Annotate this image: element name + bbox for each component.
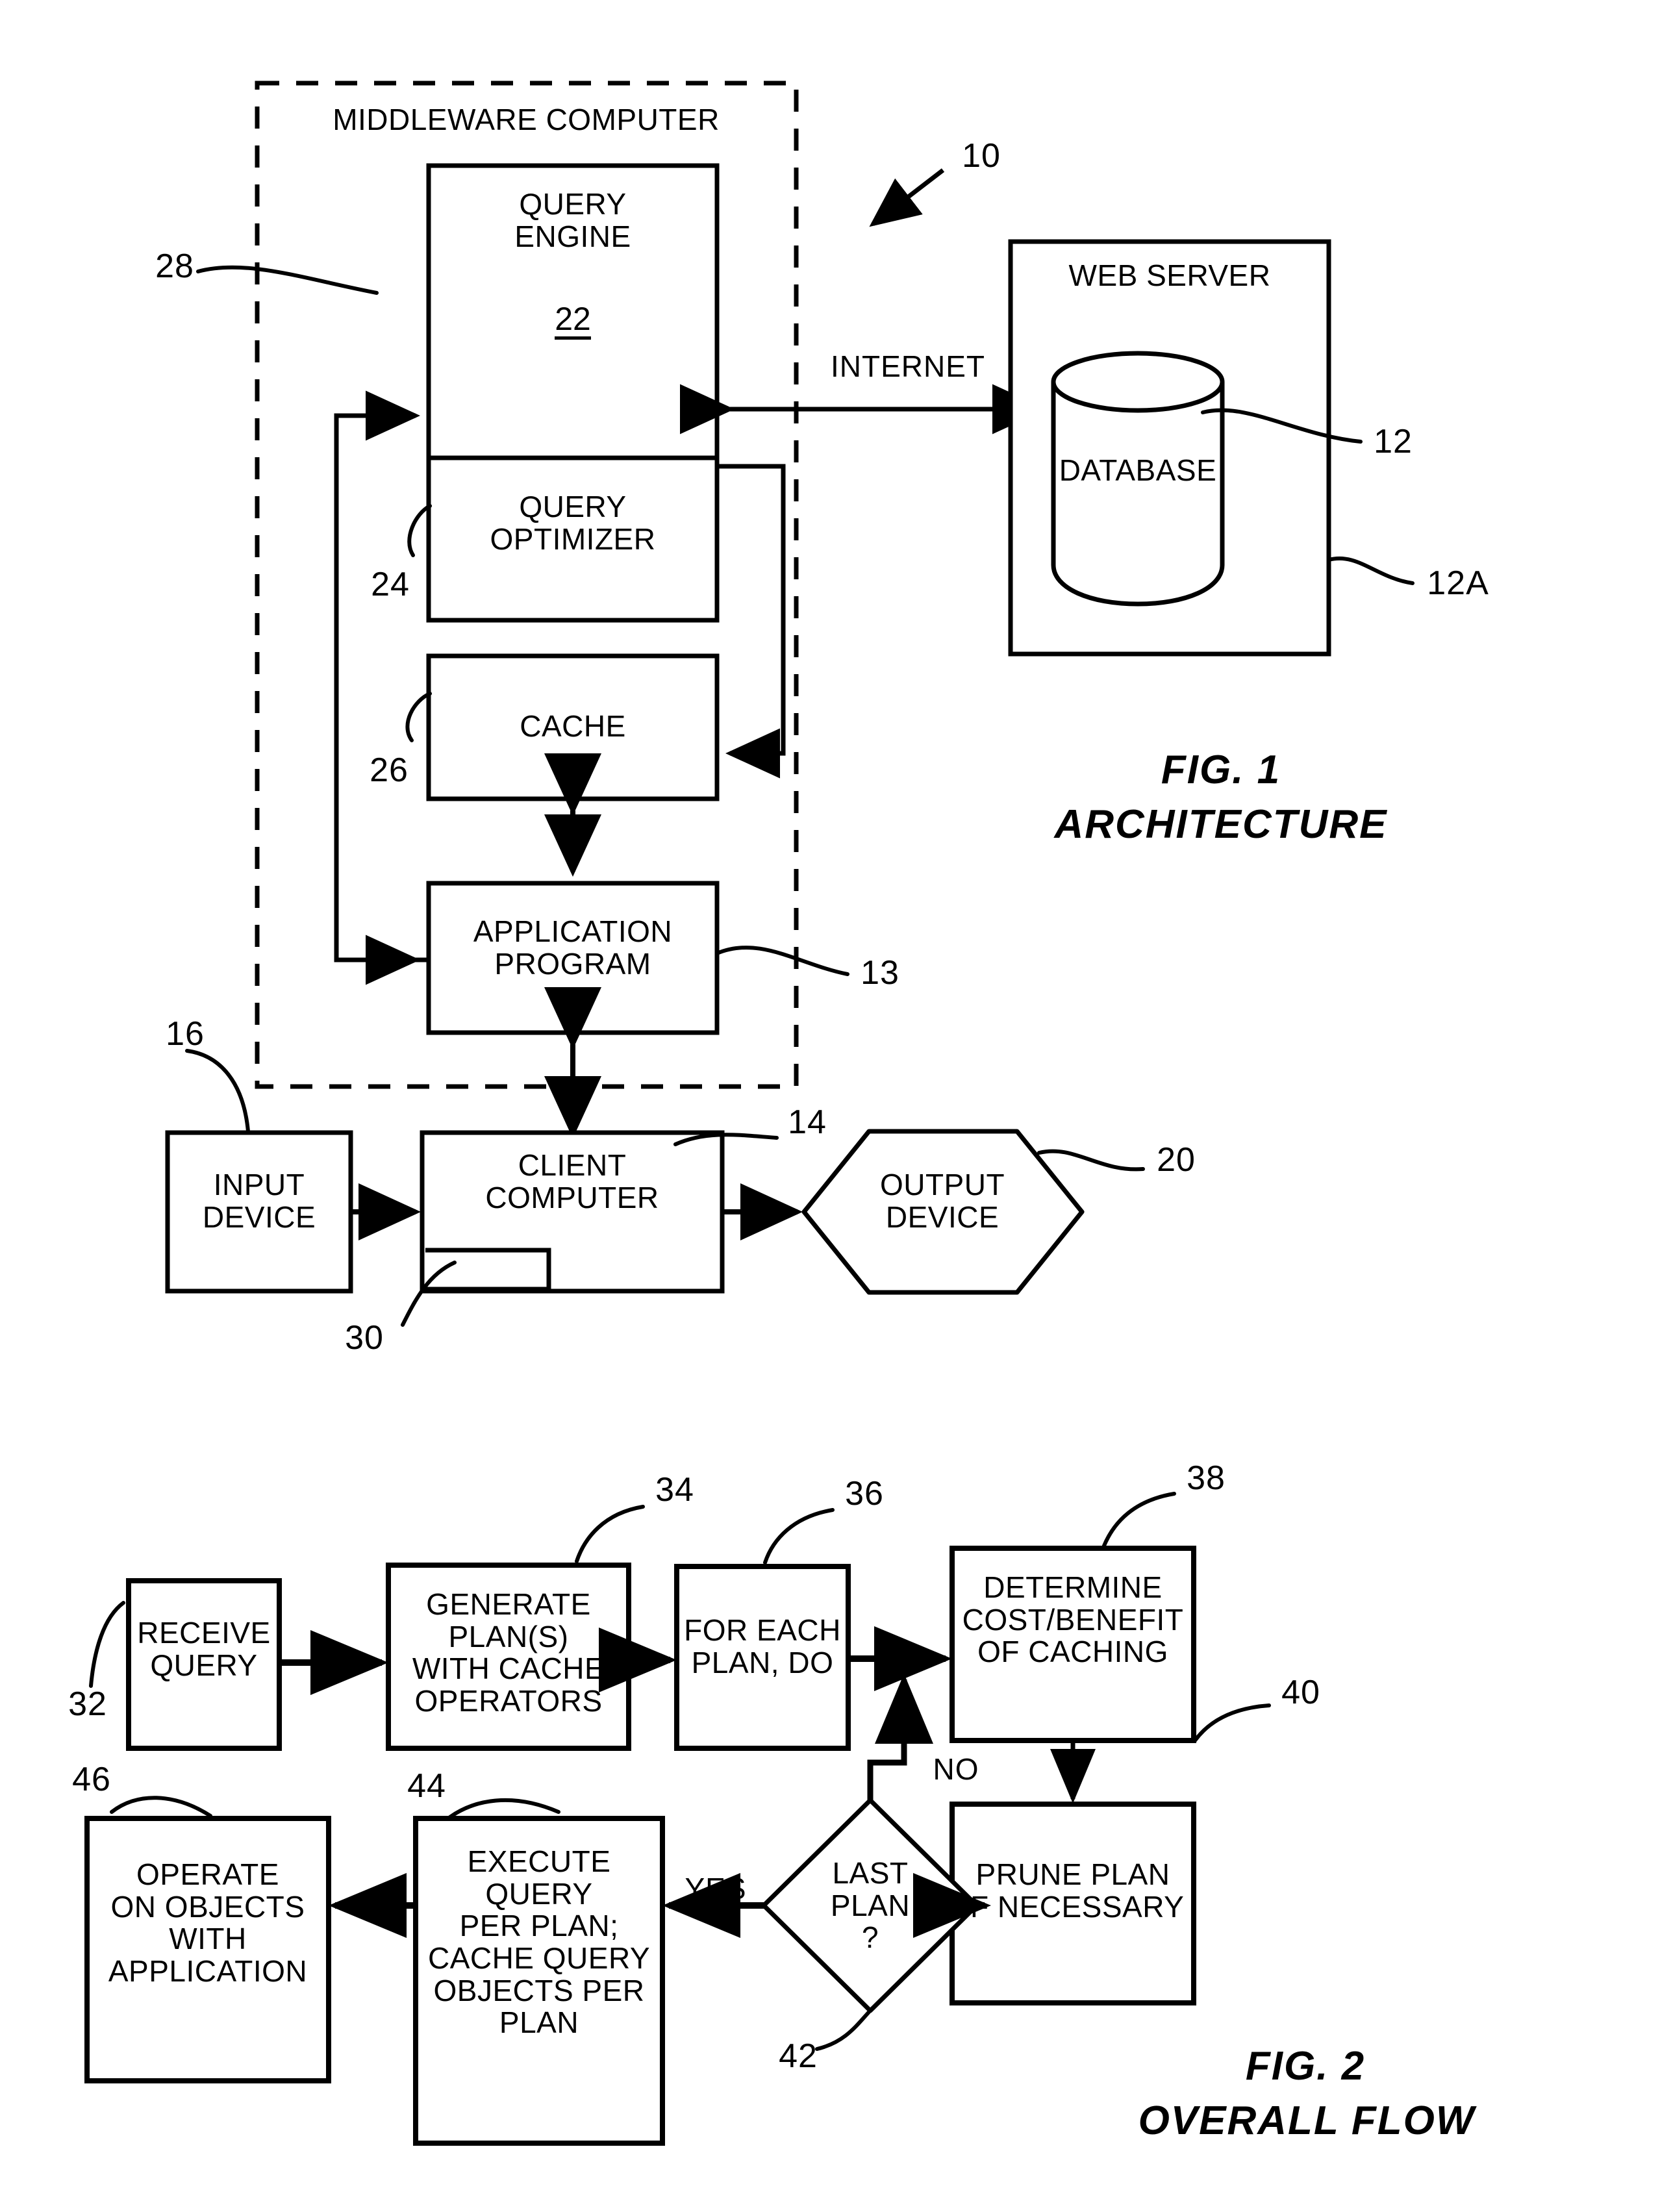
leader-36 bbox=[763, 1508, 835, 1565]
ref-44: 44 bbox=[407, 1767, 446, 1805]
ref-30: 30 bbox=[345, 1319, 384, 1357]
query-engine-ref-22: 22 bbox=[429, 303, 717, 340]
client-computer-label: CLIENT COMPUTER bbox=[485, 1148, 659, 1214]
leader-24 bbox=[407, 504, 432, 557]
web-server-label: WEB SERVER bbox=[1068, 258, 1271, 292]
client-subunit-rect bbox=[425, 1248, 551, 1292]
operate-on-objects-label: OPERATE ON OBJECTS WITH APPLICATION bbox=[108, 1857, 308, 1989]
receive-query-label: RECEIVE QUERY bbox=[137, 1616, 271, 1682]
query-engine-label: QUERY ENGINE bbox=[514, 187, 631, 253]
fig2-caption-line2: OVERALL FLOW bbox=[1138, 2098, 1476, 2143]
ref-42: 42 bbox=[779, 2037, 818, 2075]
cache-label: CACHE bbox=[520, 709, 626, 743]
leader-46 bbox=[110, 1796, 212, 1818]
ref-28: 28 bbox=[155, 247, 194, 285]
leader-44 bbox=[446, 1798, 560, 1820]
fig2-caption-line1: FIG. 2 bbox=[1245, 2044, 1366, 2089]
leader-16 bbox=[185, 1049, 250, 1133]
generate-plans-label: GENERATE PLAN(S) WITH CACHE OPERATORS bbox=[412, 1587, 605, 1718]
input-device-label: INPUT DEVICE bbox=[202, 1168, 316, 1234]
leader-20 bbox=[1037, 1149, 1145, 1172]
leader-32 bbox=[89, 1601, 125, 1688]
last-plan-label: LAST PLAN ? bbox=[830, 1856, 911, 1955]
middleware-computer-label: MIDDLEWARE COMPUTER bbox=[333, 103, 720, 136]
leader-38 bbox=[1102, 1492, 1176, 1548]
ref-36: 36 bbox=[845, 1475, 884, 1513]
no-loop-path bbox=[867, 1674, 933, 1800]
patent-drawing-sheet: MIDDLEWARE COMPUTER QUERY ENGINE 22 QUER… bbox=[0, 0, 1660, 2212]
ref-26: 26 bbox=[370, 751, 409, 789]
leader-34 bbox=[575, 1505, 645, 1563]
internet-label: INTERNET bbox=[831, 349, 985, 383]
ref-14: 14 bbox=[788, 1103, 827, 1141]
no-edge-label: NO bbox=[933, 1752, 979, 1786]
ref-24: 24 bbox=[371, 566, 410, 603]
ref-32: 32 bbox=[68, 1685, 107, 1723]
database-label: DATABASE bbox=[1059, 453, 1217, 487]
leader-28 bbox=[196, 265, 379, 295]
ref-46: 46 bbox=[72, 1761, 111, 1798]
engine-to-cache-bus bbox=[717, 464, 786, 779]
output-device-label: OUTPUT DEVICE bbox=[879, 1168, 1005, 1234]
ref-40: 40 bbox=[1281, 1674, 1320, 1711]
web-server-box bbox=[1008, 239, 1331, 657]
leader-13 bbox=[715, 946, 849, 976]
leader-26 bbox=[405, 692, 432, 742]
leader-12 bbox=[1201, 408, 1363, 444]
leader-14 bbox=[673, 1133, 779, 1146]
leader-30 bbox=[401, 1261, 457, 1327]
fig1-caption-line2: ARCHITECTURE bbox=[1054, 802, 1388, 847]
ref-12A: 12A bbox=[1427, 564, 1489, 602]
ref-13: 13 bbox=[861, 954, 899, 992]
ref-20: 20 bbox=[1157, 1141, 1196, 1179]
feedback-bus-left bbox=[334, 390, 429, 962]
ref-38: 38 bbox=[1187, 1459, 1226, 1497]
application-program-label: APPLICATION PROGRAM bbox=[473, 914, 673, 981]
leader-12A bbox=[1327, 556, 1415, 585]
execute-query-label: EXECUTE QUERY PER PLAN; CACHE QUERY OBJE… bbox=[427, 1844, 651, 2040]
fig1-caption-line1: FIG. 1 bbox=[1161, 748, 1281, 792]
yes-edge-label: YES bbox=[685, 1872, 747, 1905]
prune-plan-label: PRUNE PLAN IF NECESSARY bbox=[961, 1857, 1185, 1924]
ref-16: 16 bbox=[166, 1015, 205, 1053]
ref-10: 10 bbox=[962, 137, 1001, 175]
determine-cost-benefit-label: DETERMINE COST/BENEFIT OF CACHING bbox=[962, 1570, 1184, 1669]
for-each-plan-label: FOR EACH PLAN, DO bbox=[684, 1613, 841, 1679]
leader-10 bbox=[869, 168, 945, 227]
ref-34: 34 bbox=[655, 1471, 694, 1509]
ref-12: 12 bbox=[1374, 423, 1413, 460]
query-optimizer-label: QUERY OPTIMIZER bbox=[490, 490, 656, 556]
leader-40 bbox=[1193, 1703, 1271, 1742]
